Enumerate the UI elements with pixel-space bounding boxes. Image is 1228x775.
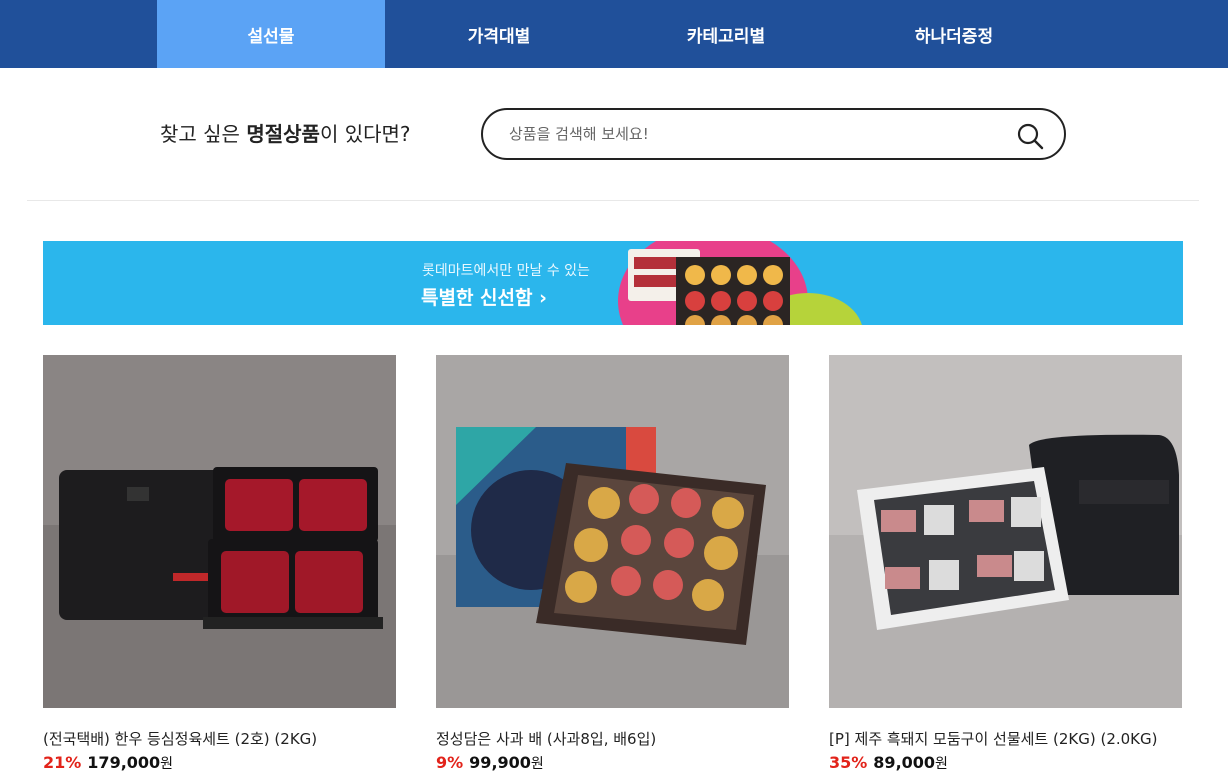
product-card[interactable]: (전국택배) 한우 등심정육세트 (2호) (2KG) 21% 179,000원 (43, 355, 396, 772)
product-name[interactable]: [P] 제주 흑돼지 모둠구이 선물세트 (2KG) (2.0KG) (829, 728, 1158, 749)
discount-rate: 21% (43, 753, 82, 772)
banner-title: 특별한 신선함 › (421, 287, 547, 309)
price-row: 21% 179,000원 (43, 753, 173, 773)
product-image[interactable] (436, 355, 789, 708)
currency-unit: 원 (530, 756, 544, 772)
tab-bonus-gift[interactable]: 하나더증정 (840, 0, 1068, 68)
price-row: 35% 89,000원 (829, 753, 948, 773)
product-image[interactable] (829, 355, 1182, 708)
product-name[interactable]: (전국택배) 한우 등심정육세트 (2호) (2KG) (43, 728, 317, 749)
top-nav: 설선물 가격대별 카테고리별 하나더증정 (0, 0, 1228, 68)
search-prompt: 찾고 싶은 명절상품이 있다면? (160, 118, 411, 147)
product-card[interactable]: [P] 제주 흑돼지 모둠구이 선물세트 (2KG) (2.0KG) 35% 89… (829, 355, 1182, 772)
promo-banner[interactable]: 롯데마트에서만 만날 수 있는 특별한 신선함 › (43, 241, 1183, 325)
search-input[interactable] (509, 121, 1009, 147)
tab-seol-gift[interactable]: 설선물 (157, 0, 385, 68)
search-prompt-prefix: 찾고 싶은 (160, 122, 247, 146)
discount-rate: 35% (829, 753, 868, 772)
price-row: 9% 99,900원 (436, 753, 544, 773)
section-divider (27, 200, 1199, 201)
banner-subtitle: 롯데마트에서만 만날 수 있는 (422, 263, 590, 279)
search-prompt-suffix: 이 있다면? (319, 122, 411, 146)
gift-box-illustration (618, 241, 862, 325)
product-card[interactable]: 정성담은 사과 배 (사과8입, 배6입) 9% 99,900원 (436, 355, 789, 772)
tab-by-price[interactable]: 가격대별 (385, 0, 613, 68)
search-icon[interactable] (1016, 122, 1044, 150)
product-price: 99,900 (469, 753, 531, 772)
product-price: 179,000 (87, 753, 161, 772)
search-prompt-bold: 명절상품 (246, 122, 320, 146)
product-name[interactable]: 정성담은 사과 배 (사과8입, 배6입) (436, 728, 656, 749)
discount-rate: 9% (436, 753, 464, 772)
currency-unit: 원 (160, 756, 174, 772)
tab-by-category[interactable]: 카테고리별 (612, 0, 840, 68)
search-box (481, 108, 1066, 160)
product-price: 89,000 (873, 753, 936, 772)
product-image[interactable] (43, 355, 396, 708)
currency-unit: 원 (935, 756, 948, 772)
